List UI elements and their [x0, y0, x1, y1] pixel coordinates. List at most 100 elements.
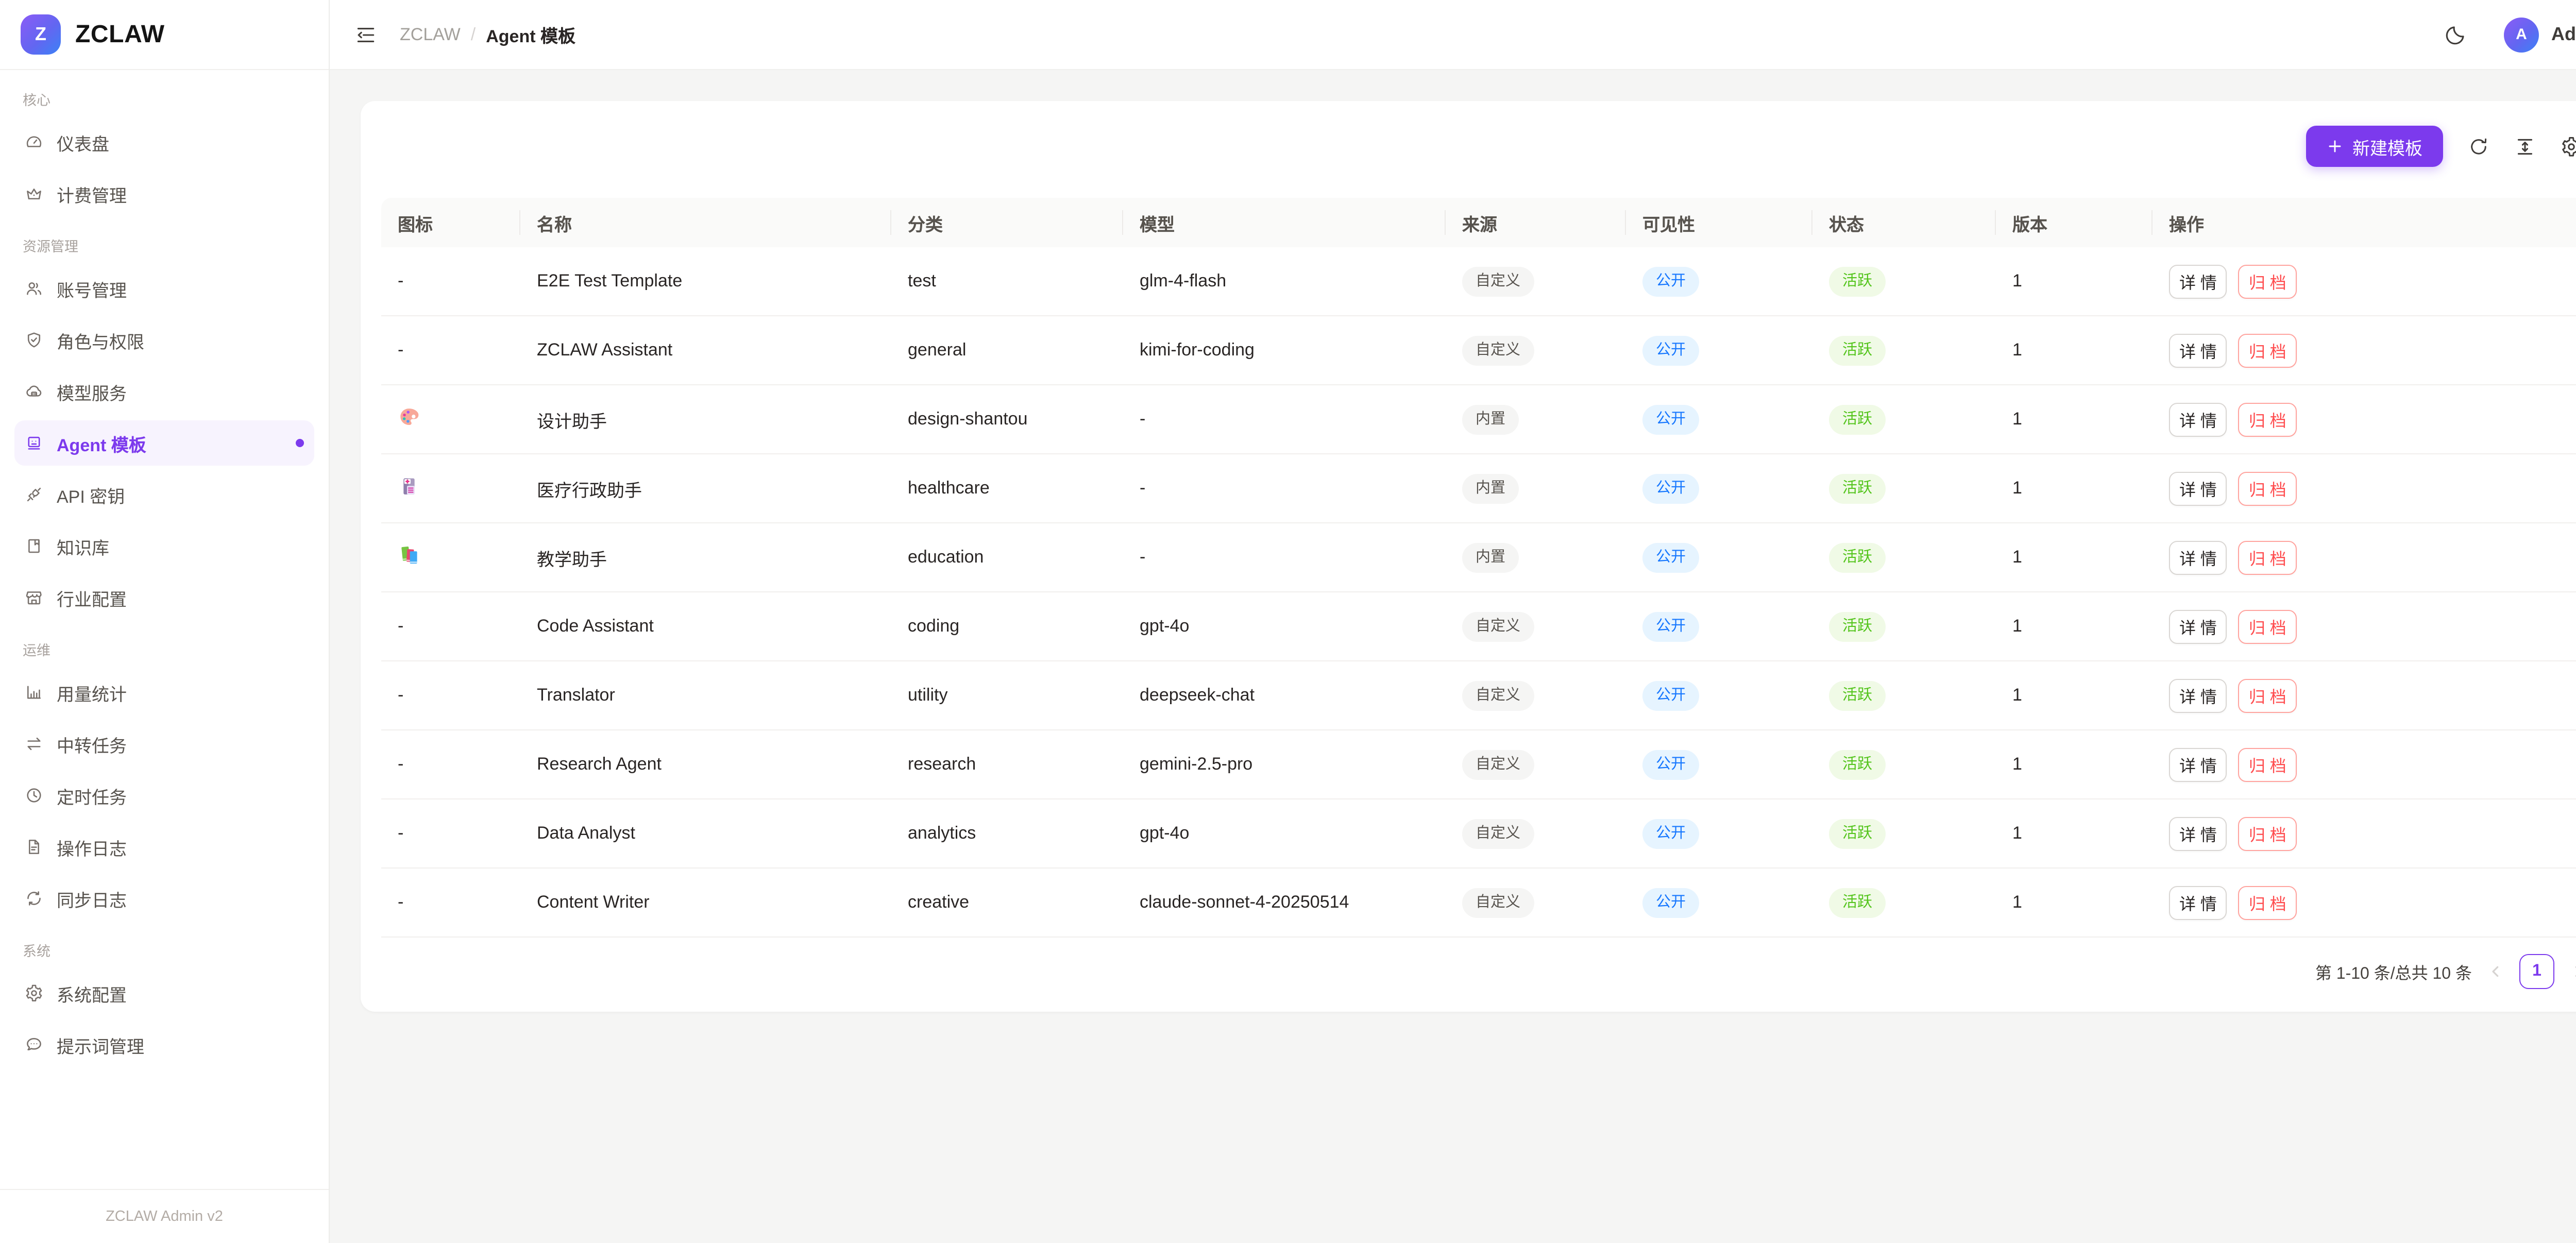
cell-status: 活跃: [1812, 799, 1996, 869]
detail-button[interactable]: 详 情: [2169, 747, 2227, 781]
cell-actions: 详 情 归 档: [2153, 869, 2576, 938]
sidebar-section: 资源管理 账号管理 角色与权限 模型服务 Agent 模板 API 密钥 知识库…: [14, 235, 314, 620]
source-badge: 内置: [1462, 404, 1519, 434]
sidebar-item-prompt-management[interactable]: 提示词管理: [14, 1022, 314, 1067]
settings-gear-icon[interactable]: [2561, 135, 2576, 157]
cell-status: 活跃: [1812, 523, 1996, 592]
archive-button[interactable]: 归 档: [2239, 264, 2297, 298]
detail-button[interactable]: 详 情: [2169, 333, 2227, 367]
sidebar-item-sync-logs[interactable]: 同步日志: [14, 876, 314, 921]
cloud-server-icon: [25, 382, 43, 401]
cell-source: 自定义: [1446, 247, 1626, 316]
detail-button[interactable]: 详 情: [2169, 678, 2227, 712]
page-1-button[interactable]: 1: [2519, 954, 2554, 989]
cell-version: 1: [1996, 869, 2153, 938]
user-name: Admin: [2551, 24, 2576, 45]
sidebar-item-accounts[interactable]: 账号管理: [14, 266, 314, 311]
cell-source: 自定义: [1446, 869, 1626, 938]
sidebar-item-api-keys[interactable]: API 密钥: [14, 472, 314, 517]
detail-button[interactable]: 详 情: [2169, 609, 2227, 643]
new-template-button[interactable]: 新建模板: [2306, 126, 2443, 167]
sidebar-item-model-services[interactable]: 模型服务: [14, 369, 314, 414]
detail-button[interactable]: 详 情: [2169, 540, 2227, 574]
cell-name: ZCLAW Assistant: [520, 316, 891, 385]
cell-actions: 详 情 归 档: [2153, 592, 2576, 661]
cell-category: creative: [891, 869, 1123, 938]
sidebar-item-usage-stats[interactable]: 用量统计: [14, 670, 314, 715]
status-badge: 活跃: [1829, 611, 1886, 641]
detail-button[interactable]: 详 情: [2169, 886, 2227, 920]
user-menu[interactable]: A Admin: [2504, 17, 2576, 52]
sidebar-item-billing[interactable]: 计费管理: [14, 171, 314, 216]
column-header: 图标: [381, 198, 520, 247]
robot-icon: [25, 434, 43, 452]
column-header: 模型: [1123, 198, 1446, 247]
cell-name: Code Assistant: [520, 592, 891, 661]
archive-button[interactable]: 归 档: [2239, 816, 2297, 850]
chevron-left-icon[interactable]: [2487, 963, 2504, 980]
cell-model: -: [1123, 385, 1446, 454]
cell-source: 内置: [1446, 523, 1626, 592]
cell-model: gpt-4o: [1123, 799, 1446, 869]
archive-button[interactable]: 归 档: [2239, 609, 2297, 643]
table-row: - E2E Test Template test glm-4-flash 自定义…: [381, 247, 2576, 316]
sidebar-item-cron-tasks[interactable]: 定时任务: [14, 773, 314, 818]
sidebar-item-industry-config[interactable]: 行业配置: [14, 575, 314, 620]
cell-model: -: [1123, 454, 1446, 523]
table-row: - Research Agent research gemini-2.5-pro…: [381, 730, 2576, 799]
sidebar-item-dashboard[interactable]: 仪表盘: [14, 120, 314, 165]
archive-button[interactable]: 归 档: [2239, 333, 2297, 367]
sidebar: Z ZCLAW 核心 仪表盘 计费管理 资源管理 账号管理 角色与权限 模型服务…: [0, 0, 330, 1243]
message-icon: [25, 1035, 43, 1054]
archive-button[interactable]: 归 档: [2239, 540, 2297, 574]
clock-icon: [25, 786, 43, 805]
table-header-row: 图标名称分类模型来源可见性状态版本操作: [381, 198, 2576, 247]
column-height-icon[interactable]: [2514, 135, 2536, 157]
cell-source: 自定义: [1446, 799, 1626, 869]
bar-chart-icon: [25, 683, 43, 702]
cell-name: 设计助手: [520, 385, 891, 454]
source-badge: 自定义: [1462, 335, 1534, 365]
archive-button[interactable]: 归 档: [2239, 678, 2297, 712]
archive-button[interactable]: 归 档: [2239, 402, 2297, 436]
sidebar-item-system-config[interactable]: 系统配置: [14, 970, 314, 1016]
archive-button[interactable]: 归 档: [2239, 471, 2297, 505]
sync-icon: [25, 889, 43, 908]
cell-model: deepseek-chat: [1123, 661, 1446, 730]
status-badge: 活跃: [1829, 473, 1886, 503]
breadcrumb-root[interactable]: ZCLAW: [400, 24, 461, 45]
table-body: - E2E Test Template test glm-4-flash 自定义…: [381, 247, 2576, 938]
books-emoji-icon: [398, 543, 420, 566]
cell-visibility: 公开: [1626, 661, 1812, 730]
cell-visibility: 公开: [1626, 869, 1812, 938]
detail-button[interactable]: 详 情: [2169, 264, 2227, 298]
archive-button[interactable]: 归 档: [2239, 747, 2297, 781]
sidebar-section-label: 核心: [23, 89, 306, 109]
cell-visibility: 公开: [1626, 730, 1812, 799]
book-icon: [25, 537, 43, 555]
cell-actions: 详 情 归 档: [2153, 247, 2576, 316]
table-row: - Code Assistant coding gpt-4o 自定义 公开 活跃…: [381, 592, 2576, 661]
refresh-icon[interactable]: [2468, 135, 2489, 157]
column-header: 可见性: [1626, 198, 1812, 247]
api-plug-icon: [25, 485, 43, 504]
source-badge: 自定义: [1462, 611, 1534, 641]
archive-button[interactable]: 归 档: [2239, 886, 2297, 920]
visibility-badge: 公开: [1642, 888, 1699, 917]
source-badge: 内置: [1462, 542, 1519, 572]
sidebar-item-agent-templates[interactable]: Agent 模板: [14, 420, 314, 466]
cell-icon: [381, 385, 520, 454]
detail-button[interactable]: 详 情: [2169, 816, 2227, 850]
sidebar-item-relay-tasks[interactable]: 中转任务: [14, 721, 314, 767]
sidebar-item-knowledge-base[interactable]: 知识库: [14, 523, 314, 569]
menu-fold-icon[interactable]: [354, 23, 377, 46]
cell-category: general: [891, 316, 1123, 385]
detail-button[interactable]: 详 情: [2169, 471, 2227, 505]
cell-version: 1: [1996, 247, 2153, 316]
sidebar-item-roles[interactable]: 角色与权限: [14, 317, 314, 363]
moon-icon[interactable]: [2444, 23, 2467, 46]
chevron-right-icon[interactable]: [2570, 963, 2576, 980]
sidebar-item-operation-logs[interactable]: 操作日志: [14, 824, 314, 870]
main-area: ZCLAW / Agent 模板 A Admin 新建模板: [330, 0, 2576, 1243]
detail-button[interactable]: 详 情: [2169, 402, 2227, 436]
